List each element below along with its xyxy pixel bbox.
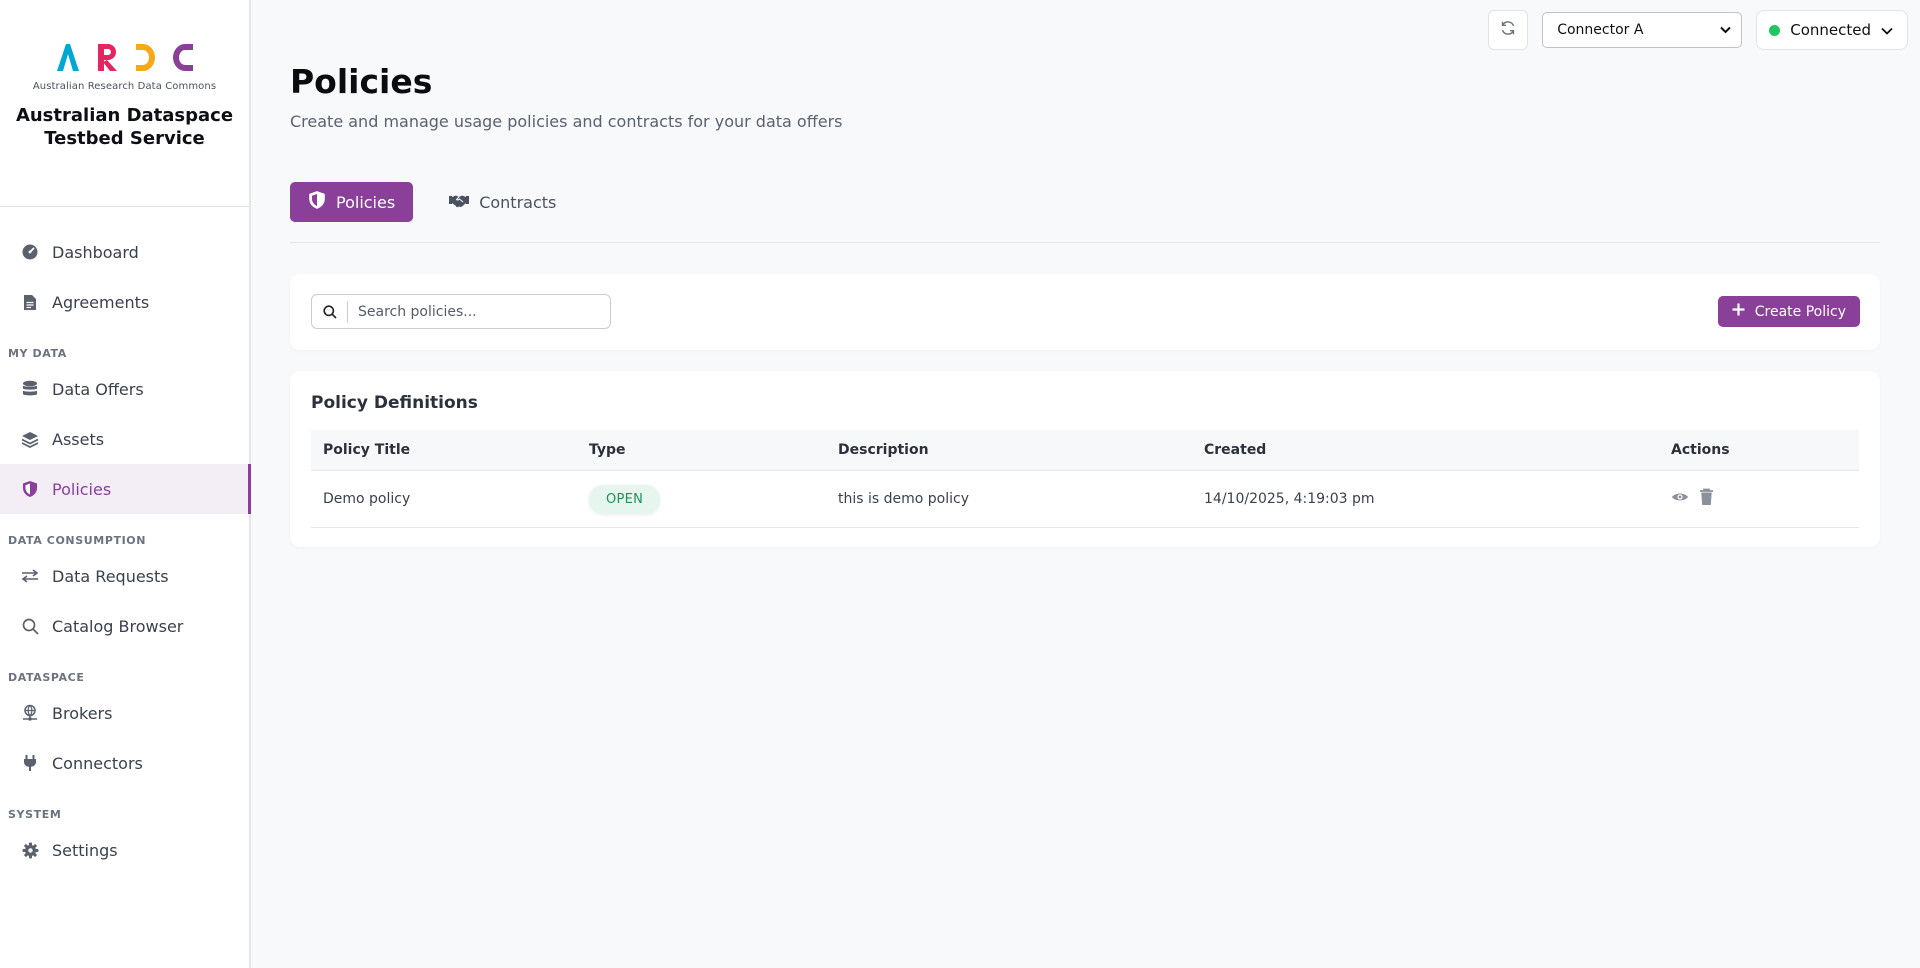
refresh-icon xyxy=(1500,20,1516,40)
page-subtitle: Create and manage usage policies and con… xyxy=(290,112,843,131)
create-policy-button[interactable]: Create Policy xyxy=(1717,296,1860,327)
sidebar-item-agreements[interactable]: Agreements xyxy=(0,277,249,327)
view-icon[interactable] xyxy=(1671,491,1689,507)
table-title: Policy Definitions xyxy=(311,393,478,413)
column-header[interactable]: Policy Title xyxy=(323,430,410,470)
sidebar-item-assets[interactable]: Assets xyxy=(0,414,249,464)
search-icon xyxy=(20,616,40,636)
nav-section-dataspace: DATASPACE xyxy=(8,671,85,684)
sidebar-item-data-offers[interactable]: Data Offers xyxy=(0,364,249,414)
search-icon xyxy=(312,300,348,323)
nav-section-system: SYSTEM xyxy=(8,808,62,821)
policy-type-cell: OPEN xyxy=(589,471,661,527)
sidebar-item-label: Policies xyxy=(52,479,112,499)
sidebar-item-label: Agreements xyxy=(52,292,150,312)
nav-section-my-data: MY DATA xyxy=(8,347,67,360)
refresh-button[interactable] xyxy=(1488,10,1529,50)
sidebar-item-label: Assets xyxy=(52,429,105,449)
top-bar: Connector A Connected xyxy=(1488,10,1908,50)
sidebar: Australian Research Data Commons Austral… xyxy=(0,0,251,968)
plus-icon xyxy=(1732,303,1745,320)
column-header[interactable]: Created xyxy=(1204,430,1266,470)
column-header[interactable]: Description xyxy=(838,430,929,470)
connection-status-dropdown[interactable]: Connected xyxy=(1756,10,1908,50)
tab-bar: Policies Contracts xyxy=(290,182,1880,243)
sidebar-item-label: Catalog Browser xyxy=(52,616,184,636)
connector-select-value: Connector A xyxy=(1557,22,1644,38)
policy-created-cell: 14/10/2025, 4:19:03 pm xyxy=(1204,491,1375,507)
database-icon xyxy=(20,379,40,399)
chevron-down-icon xyxy=(1720,22,1731,38)
nav-section-data-consumption: DATA CONSUMPTION xyxy=(8,534,147,547)
sidebar-item-policies[interactable]: Policies xyxy=(0,464,251,514)
sidebar-item-label: Data Requests xyxy=(52,566,169,586)
tab-label: Policies xyxy=(336,192,396,212)
sidebar-item-label: Dashboard xyxy=(52,242,139,262)
policy-title-cell: Demo policy xyxy=(323,491,411,507)
policy-actions-cell xyxy=(1671,471,1714,527)
globe-network-icon xyxy=(20,703,40,723)
column-header[interactable]: Type xyxy=(589,430,626,470)
sidebar-item-data-requests[interactable]: Data Requests xyxy=(0,551,249,601)
status-dot xyxy=(1769,24,1781,36)
shield-icon xyxy=(20,479,40,499)
sidebar-item-settings[interactable]: Settings xyxy=(0,825,249,875)
sidebar-item-label: Settings xyxy=(52,840,118,860)
delete-icon[interactable] xyxy=(1699,488,1714,510)
column-header: Actions xyxy=(1671,442,1730,458)
sidebar-item-dashboard[interactable]: Dashboard xyxy=(0,227,249,277)
gear-icon xyxy=(20,840,40,860)
layers-icon xyxy=(20,429,40,449)
handshake-icon xyxy=(449,193,470,212)
table-row[interactable]: Demo policy OPEN this is demo policy 14/… xyxy=(311,471,1859,528)
page-title: Policies xyxy=(290,62,433,101)
sidebar-item-label: Brokers xyxy=(52,703,113,723)
sidebar-item-label: Connectors xyxy=(52,753,143,773)
ardc-logo xyxy=(55,40,195,74)
create-policy-label: Create Policy xyxy=(1754,303,1846,320)
connection-status-label: Connected xyxy=(1790,21,1871,39)
policies-toolbar: Create Policy xyxy=(290,274,1880,350)
sidebar-nav: Dashboard Agreements MY DATA Data Offers… xyxy=(0,207,251,875)
sidebar-item-catalog-browser[interactable]: Catalog Browser xyxy=(0,601,249,651)
gauge-icon xyxy=(20,242,40,262)
tab-label: Contracts xyxy=(479,192,557,212)
policy-description-cell: this is demo policy xyxy=(838,491,969,507)
sidebar-item-brokers[interactable]: Brokers xyxy=(0,688,249,738)
brand-title: Australian Dataspace Testbed Service xyxy=(15,105,234,149)
sidebar-item-connectors[interactable]: Connectors xyxy=(0,738,249,788)
tab-policies[interactable]: Policies xyxy=(290,182,414,222)
logo-subtitle: Australian Research Data Commons xyxy=(32,81,217,92)
search-field[interactable] xyxy=(311,294,611,329)
plug-icon xyxy=(20,753,40,773)
search-input[interactable] xyxy=(348,295,610,328)
policy-definitions-card: Policy Definitions Policy Title Type Des… xyxy=(290,371,1880,547)
tab-contracts[interactable]: Contracts xyxy=(431,182,574,222)
brand-header: Australian Research Data Commons Austral… xyxy=(0,0,249,207)
document-icon xyxy=(20,292,40,312)
arrows-exchange-icon xyxy=(20,566,40,586)
table-header: Policy Title Type Description Created Ac… xyxy=(311,430,1859,471)
type-badge: OPEN xyxy=(589,484,661,514)
sidebar-item-label: Data Offers xyxy=(52,379,144,399)
shield-icon xyxy=(308,190,326,214)
policy-table: Policy Title Type Description Created Ac… xyxy=(311,430,1859,528)
chevron-down-icon xyxy=(1881,21,1893,39)
connector-select[interactable]: Connector A xyxy=(1542,12,1743,48)
